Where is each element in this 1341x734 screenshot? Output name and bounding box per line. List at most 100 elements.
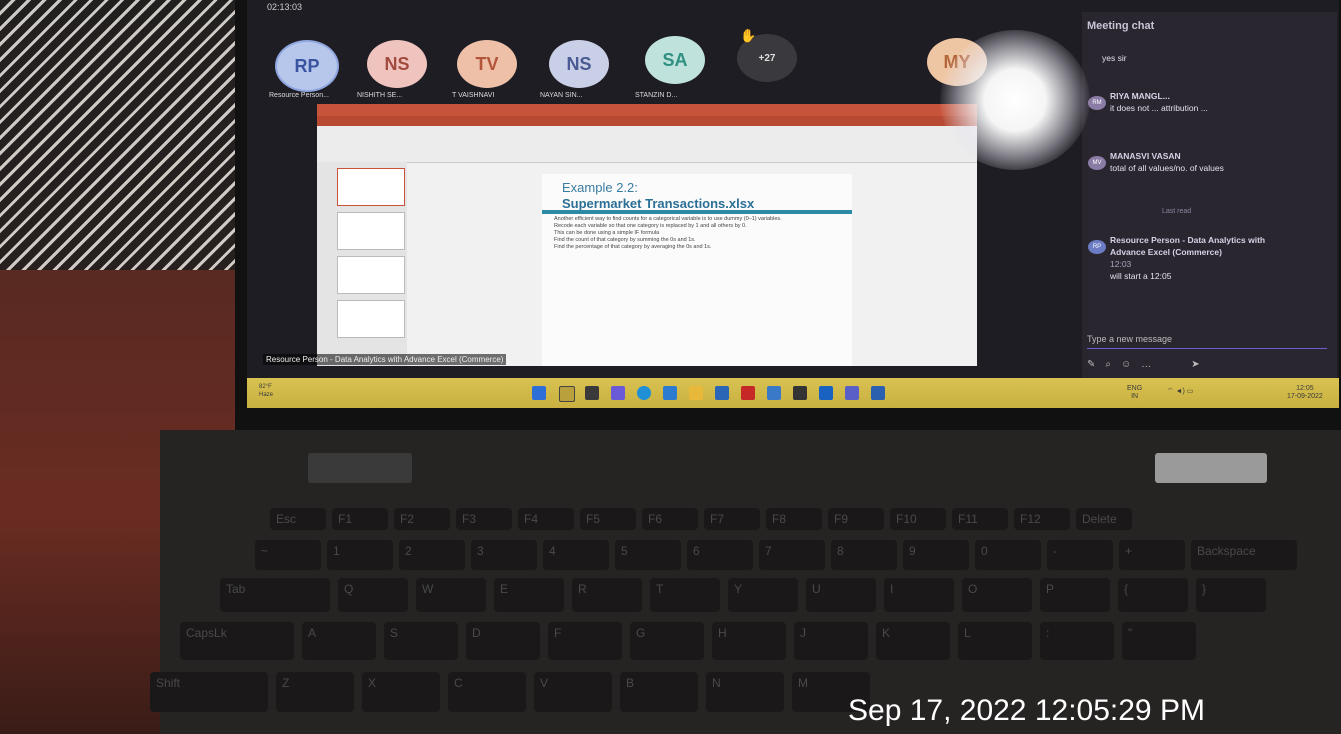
edge-icon[interactable] xyxy=(637,386,651,400)
key-2[interactable]: 2 xyxy=(399,540,465,570)
chat-message: MANASVI VASAN total of all values/no. of… xyxy=(1110,150,1280,174)
key-f8[interactable]: F8 xyxy=(766,508,822,530)
key-f2[interactable]: F2 xyxy=(394,508,450,530)
key-f11[interactable]: F11 xyxy=(952,508,1008,530)
key-f9[interactable]: F9 xyxy=(828,508,884,530)
key-f7[interactable]: F7 xyxy=(704,508,760,530)
avatar-initials: RP xyxy=(294,55,320,76)
weather-widget[interactable]: 82°F Haze xyxy=(259,383,273,399)
key-o[interactable]: O xyxy=(962,578,1032,612)
current-slide: Example 2.2: Supermarket Transactions.xl… xyxy=(542,174,852,366)
outlook-icon[interactable] xyxy=(819,386,833,400)
slide-title: Supermarket Transactions.xlsx xyxy=(562,196,755,211)
key-q[interactable]: Q xyxy=(338,578,408,612)
key-0[interactable]: 0 xyxy=(975,540,1041,570)
key-f[interactable]: F xyxy=(548,622,622,660)
chat-message: yes sir xyxy=(1102,52,1127,64)
notes-icon[interactable] xyxy=(793,386,807,400)
key-j[interactable]: J xyxy=(794,622,868,660)
key-d[interactable]: D xyxy=(466,622,540,660)
key-1[interactable]: 1 xyxy=(327,540,393,570)
key-v[interactable]: V xyxy=(534,672,612,712)
key-l[interactable]: L xyxy=(958,622,1032,660)
key-z[interactable]: Z xyxy=(276,672,354,712)
more-icon[interactable]: … xyxy=(1141,359,1161,370)
key-[interactable]: : xyxy=(1040,622,1114,660)
key-a[interactable]: A xyxy=(302,622,376,660)
linkedin-icon[interactable] xyxy=(715,386,729,400)
key-y[interactable]: Y xyxy=(728,578,798,612)
language-indicator[interactable]: ENG IN xyxy=(1127,385,1142,401)
chat-message-text: it does not ... attribution ... xyxy=(1110,103,1208,113)
key-f6[interactable]: F6 xyxy=(642,508,698,530)
key-u[interactable]: U xyxy=(806,578,876,612)
key-7[interactable]: 7 xyxy=(759,540,825,570)
key-i[interactable]: I xyxy=(884,578,954,612)
mcafee-icon[interactable] xyxy=(741,386,755,400)
key-f1[interactable]: F1 xyxy=(332,508,388,530)
key-f10[interactable]: F10 xyxy=(890,508,946,530)
key-shift[interactable]: Shift xyxy=(150,672,268,712)
key-w[interactable]: W xyxy=(416,578,486,612)
format-icon[interactable]: ✎ xyxy=(1087,359,1105,370)
key-r[interactable]: R xyxy=(572,578,642,612)
key-esc[interactable]: Esc xyxy=(270,508,326,530)
key-backspace[interactable]: Backspace xyxy=(1191,540,1297,570)
teams-icon[interactable] xyxy=(845,386,859,400)
chat-icon[interactable] xyxy=(611,386,625,400)
taskview-icon[interactable] xyxy=(585,386,599,400)
key-g[interactable]: G xyxy=(630,622,704,660)
key-s[interactable]: S xyxy=(384,622,458,660)
clock[interactable]: 12:05 17-09-2022 xyxy=(1287,385,1323,401)
windows-start-icon[interactable] xyxy=(532,386,546,400)
key-[interactable]: } xyxy=(1196,578,1266,612)
key-[interactable]: - xyxy=(1047,540,1113,570)
key-f4[interactable]: F4 xyxy=(518,508,574,530)
word-icon[interactable] xyxy=(871,386,885,400)
key-f12[interactable]: F12 xyxy=(1014,508,1070,530)
key-8[interactable]: 8 xyxy=(831,540,897,570)
key-tab[interactable]: Tab xyxy=(220,578,330,612)
search-icon[interactable] xyxy=(559,386,575,402)
key-[interactable]: { xyxy=(1118,578,1188,612)
wifi-volume-battery-icon[interactable]: ⌔ ◄) ▭ xyxy=(1167,388,1193,396)
store-icon[interactable] xyxy=(663,386,677,400)
key-t[interactable]: T xyxy=(650,578,720,612)
key-p[interactable]: P xyxy=(1040,578,1110,612)
chat-message: RIYA MANGL... it does not ... attributio… xyxy=(1110,90,1260,114)
key-c[interactable]: C xyxy=(448,672,526,712)
key-f5[interactable]: F5 xyxy=(580,508,636,530)
chat-compose-input[interactable]: Type a new message xyxy=(1087,334,1327,349)
attach-icon[interactable]: ⌕ xyxy=(1105,359,1121,370)
chat-title: Meeting chat xyxy=(1087,20,1155,32)
slide-heading: Example 2.2: xyxy=(562,180,638,195)
key-3[interactable]: 3 xyxy=(471,540,537,570)
key-9[interactable]: 9 xyxy=(903,540,969,570)
key-b[interactable]: B xyxy=(620,672,698,712)
participant-avatar-ns[interactable]: NS xyxy=(367,40,427,88)
key-[interactable]: " xyxy=(1122,622,1196,660)
participant-avatar-rp[interactable]: RP xyxy=(275,40,339,92)
file-explorer-icon[interactable] xyxy=(689,386,703,400)
key-[interactable]: ~ xyxy=(255,540,321,570)
key-5[interactable]: 5 xyxy=(615,540,681,570)
key-k[interactable]: K xyxy=(876,622,950,660)
participant-avatar-sa[interactable]: SA xyxy=(645,36,705,84)
key-4[interactable]: 4 xyxy=(543,540,609,570)
key-capslk[interactable]: CapsLk xyxy=(180,622,294,660)
overflow-count: +27 xyxy=(758,52,776,64)
key-n[interactable]: N xyxy=(706,672,784,712)
key-x[interactable]: X xyxy=(362,672,440,712)
participant-avatar-ns-2[interactable]: NS xyxy=(549,40,609,88)
key-e[interactable]: E xyxy=(494,578,564,612)
key-[interactable]: + xyxy=(1119,540,1185,570)
key-h[interactable]: H xyxy=(712,622,786,660)
send-icon[interactable]: ➤ xyxy=(1191,359,1209,370)
chat-toolbar: ✎⌕☺… ➤ xyxy=(1087,359,1210,370)
key-delete[interactable]: Delete xyxy=(1076,508,1132,530)
key-6[interactable]: 6 xyxy=(687,540,753,570)
emoji-icon[interactable]: ☺ xyxy=(1121,359,1141,370)
key-f3[interactable]: F3 xyxy=(456,508,512,530)
participant-avatar-tv[interactable]: TV xyxy=(457,40,517,88)
photos-icon[interactable] xyxy=(767,386,781,400)
